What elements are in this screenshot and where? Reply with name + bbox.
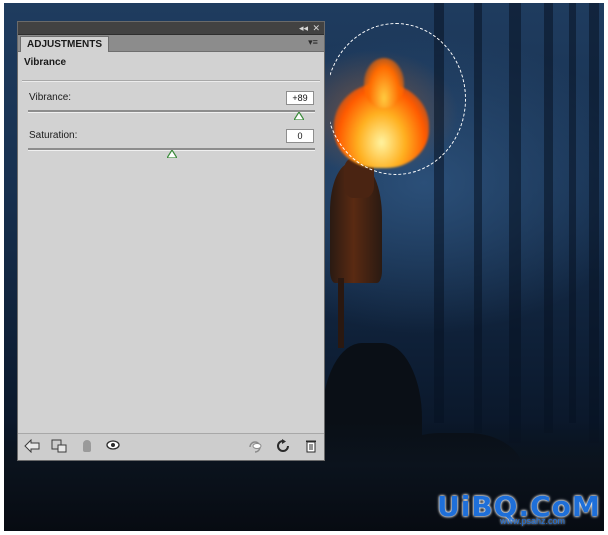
saturation-slider-thumb[interactable] [166, 150, 177, 158]
vibrance-slider-track[interactable] [28, 110, 315, 113]
watermark-url: www.psahz.com [500, 516, 566, 526]
reset-icon[interactable] [274, 439, 292, 455]
background-tree [544, 3, 553, 433]
saturation-label: Saturation: [29, 130, 78, 141]
view-previous-state-icon[interactable] [246, 439, 264, 455]
background-tree [569, 3, 576, 423]
vibrance-value-field[interactable]: +89 [286, 91, 314, 105]
close-icon[interactable]: ✕ [312, 22, 320, 34]
delete-icon[interactable] [302, 439, 320, 455]
background-tree [474, 3, 482, 433]
vibrance-slider-thumb[interactable] [294, 112, 305, 120]
visibility-eye-icon[interactable] [104, 439, 122, 455]
adjustment-title: Vibrance [24, 57, 67, 68]
marquee-selection [330, 23, 466, 175]
panel-menu-icon[interactable]: ▾≡ [305, 36, 321, 49]
panel-topbar[interactable]: ◂◂ ✕ [18, 22, 324, 35]
panel-bottom-toolbar [18, 433, 324, 460]
clip-to-layer-icon[interactable] [78, 439, 96, 455]
return-to-list-icon[interactable] [23, 438, 41, 455]
divider [22, 80, 320, 82]
vibrance-label: Vibrance: [29, 92, 72, 103]
collapse-double-arrow-icon[interactable]: ◂◂ [299, 22, 308, 34]
background-tree [509, 3, 521, 443]
tab-adjustments[interactable]: ADJUSTMENTS [20, 36, 110, 52]
saturation-value-field[interactable]: 0 [286, 129, 314, 143]
adjustments-panel[interactable]: ◂◂ ✕ ADJUSTMENTS ▾≡ Vibrance Vibrance: +… [17, 21, 325, 461]
deer-leg [338, 278, 344, 348]
background-tree [589, 3, 599, 443]
expanded-view-icon[interactable] [50, 439, 68, 455]
panel-tab-row: ADJUSTMENTS ▾≡ [18, 35, 324, 52]
